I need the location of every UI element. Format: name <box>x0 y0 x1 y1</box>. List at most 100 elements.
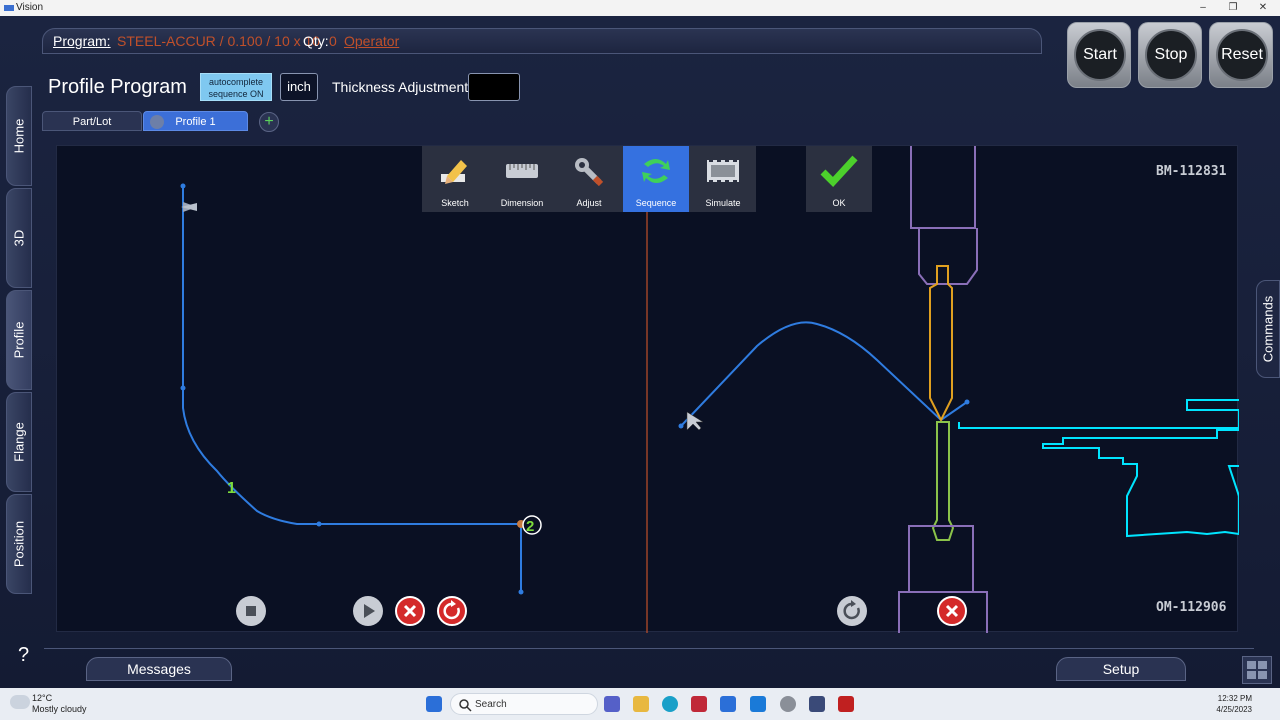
hand-icon <box>150 115 164 129</box>
part-node <box>678 423 684 429</box>
close-icon <box>945 604 959 618</box>
reset-button[interactable]: Reset <box>1209 22 1273 88</box>
sidetab-home[interactable]: Home <box>6 86 32 186</box>
delete-left-button[interactable] <box>395 596 425 626</box>
play-button[interactable] <box>353 596 383 626</box>
program-label[interactable]: Program: <box>53 33 111 49</box>
solidworks-icon[interactable] <box>838 696 854 712</box>
commands-tab[interactable]: Commands <box>1256 280 1280 378</box>
program-bar: Program: STEEL-ACCUR / 0.100 / 10 x 10 Q… <box>42 28 1042 54</box>
adjust-label: Adjust <box>576 198 602 208</box>
start-label: Start <box>1074 29 1126 81</box>
profile-node <box>180 385 186 391</box>
unit-button[interactable]: inch <box>280 73 318 101</box>
sidetab-flange[interactable]: Flange <box>6 392 32 492</box>
autocomplete-toggle[interactable]: autocomplete sequence ON <box>200 73 272 101</box>
windows-start-icon[interactable] <box>426 696 442 712</box>
wrench-icon <box>575 158 604 186</box>
delete-right-button[interactable] <box>937 596 967 626</box>
add-tab-button[interactable]: + <box>259 112 279 132</box>
system-clock[interactable]: 12:32 PM 4/25/2023 <box>1212 693 1252 715</box>
bend-label-1: 1 <box>227 480 236 497</box>
close-window-button[interactable]: ✕ <box>1248 0 1278 16</box>
messages-tab[interactable]: Messages <box>86 657 232 681</box>
page-title: Profile Program <box>48 76 187 98</box>
sidetab-home-label: Home <box>11 118 27 154</box>
sequence-icon <box>642 159 670 183</box>
search-label: Search <box>475 699 507 710</box>
window-titlebar: Vision – ❐ ✕ <box>0 0 1280 16</box>
weather-desc: Mostly cloudy <box>32 704 87 714</box>
clock-date: 4/25/2023 <box>1216 705 1252 714</box>
taskbar: 12°C Mostly cloudy Search 12:32 PM 4/25/… <box>0 688 1280 720</box>
profile-canvas[interactable]: 1 2 Sketch Dimension Adjust Sequence Sim… <box>56 145 1239 633</box>
sidetab-profile-label: Profile <box>11 321 27 359</box>
refresh-icon <box>843 600 860 620</box>
stop-icon <box>246 606 256 616</box>
sequence-tool[interactable]: Sequence <box>623 146 689 212</box>
adjust-tool[interactable]: Adjust <box>556 146 622 212</box>
simulate-tool[interactable]: Simulate <box>690 146 756 212</box>
stop-button[interactable]: Stop <box>1138 22 1202 88</box>
weather-widget[interactable]: 12°C Mostly cloudy <box>32 693 87 715</box>
profile-drawing: 1 2 <box>180 146 1239 633</box>
maximize-button[interactable]: ❐ <box>1218 0 1248 16</box>
teams-icon[interactable] <box>604 696 620 712</box>
stop-playback-button[interactable] <box>236 596 266 626</box>
stop-label: Stop <box>1145 29 1197 81</box>
help-button[interactable]: ? <box>18 644 29 667</box>
cloud-icon <box>10 695 30 709</box>
part-profile-left <box>182 186 522 592</box>
profile-path <box>182 186 522 592</box>
close-icon <box>403 604 417 618</box>
upper-holder <box>910 146 976 229</box>
backgauge-arm <box>1042 429 1239 538</box>
grid-icon <box>1247 661 1267 679</box>
grid-layout-button[interactable] <box>1242 656 1272 684</box>
folder-icon[interactable] <box>633 696 649 712</box>
setup-tab[interactable]: Setup <box>1056 657 1186 681</box>
app-icon-red[interactable] <box>691 696 707 712</box>
refresh-left-button[interactable] <box>437 596 467 626</box>
program-value: STEEL-ACCUR / 0.100 / 10 x 10 <box>117 33 321 49</box>
operator-link[interactable]: Operator <box>344 33 399 49</box>
minimize-button[interactable]: – <box>1188 0 1218 16</box>
chrome-icon[interactable] <box>780 696 796 712</box>
tab-profile-1[interactable]: Profile 1 <box>143 111 248 131</box>
vision-app-icon[interactable] <box>809 696 825 712</box>
backgauge <box>958 399 1239 429</box>
profile-end-point <box>518 589 524 595</box>
weather-temp: 12°C <box>32 693 53 703</box>
profile-node <box>316 521 322 527</box>
simulate-label: Simulate <box>705 198 741 208</box>
thickness-input[interactable] <box>468 73 520 101</box>
sketch-label: Sketch <box>441 198 469 208</box>
notepad-icon[interactable] <box>750 696 766 712</box>
plus-icon: + <box>264 113 274 130</box>
sidetab-3d[interactable]: 3D <box>6 188 32 288</box>
start-button[interactable]: Start <box>1067 22 1131 88</box>
sidetab-profile[interactable]: Profile <box>6 290 32 390</box>
lower-tool-id: OM-112906 <box>1156 600 1227 615</box>
film-icon <box>707 160 739 182</box>
app-icon <box>4 5 14 11</box>
upper-tool-id: BM-112831 <box>1156 164 1227 179</box>
taskbar-search[interactable]: Search <box>450 693 598 715</box>
dropbox-icon[interactable] <box>720 696 736 712</box>
punch-tool <box>929 265 953 423</box>
clock-time: 12:32 PM <box>1217 694 1252 703</box>
bent-part-profile <box>680 321 968 427</box>
tab-part-lot[interactable]: Part/Lot <box>42 111 142 131</box>
ok-button[interactable]: OK <box>806 146 872 212</box>
app-window: Program: STEEL-ACCUR / 0.100 / 10 x 10 Q… <box>0 16 1280 688</box>
tab-profile-label: Profile 1 <box>175 116 216 128</box>
refresh-right-button[interactable] <box>837 596 867 626</box>
dimension-label: Dimension <box>500 198 544 208</box>
sketch-tool[interactable]: Sketch <box>422 146 488 212</box>
edge-icon[interactable] <box>662 696 678 712</box>
qty-value: 0 <box>329 33 337 49</box>
sidetab-3d-label: 3D <box>11 229 27 247</box>
sidetab-position[interactable]: Position <box>6 494 32 594</box>
search-icon <box>459 699 472 712</box>
dimension-tool[interactable]: Dimension <box>489 146 555 212</box>
